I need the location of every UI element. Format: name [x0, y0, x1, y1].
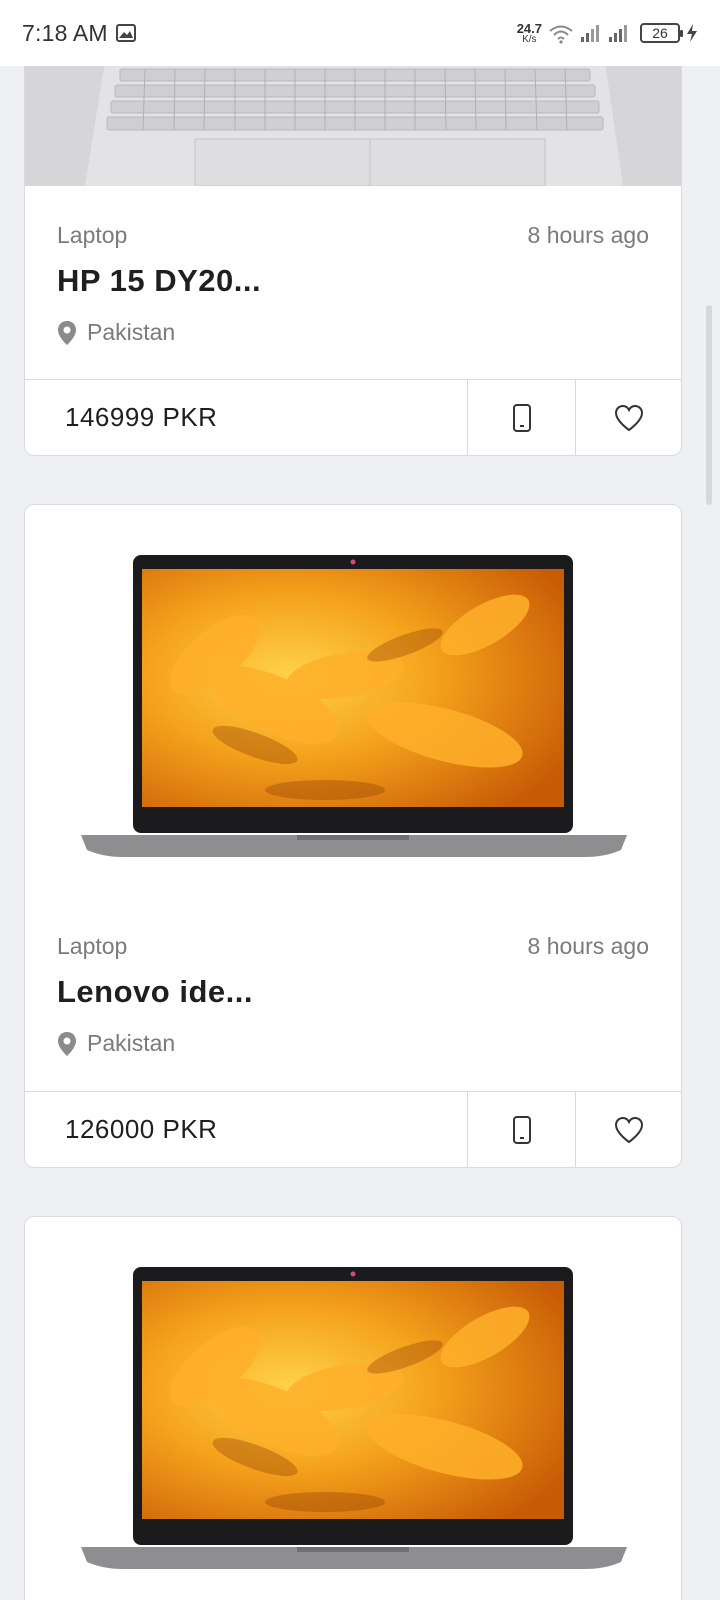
location-pin-icon [58, 1031, 76, 1056]
lenovo-laptop-image [25, 1217, 681, 1600]
listing-details: Laptop 8 hours ago HP 15 DY20... Pakista… [25, 186, 681, 346]
listing-meta-row: Laptop 8 hours ago [57, 222, 649, 249]
status-bar: 7:18 AM 24.7 K/s 26 [0, 0, 720, 66]
call-button[interactable] [467, 380, 575, 455]
listing-card[interactable]: Laptop 8 hours ago HP 15 DY20... Pakista… [24, 40, 682, 456]
listing-title[interactable]: Lenovo ide... [57, 974, 649, 1010]
listing-footer: 126000 PKR [25, 1091, 681, 1167]
status-right: 24.7 K/s 26 [517, 22, 698, 45]
listing-category: Laptop [57, 933, 128, 959]
listing-meta-row: Laptop 8 hours ago [57, 933, 649, 960]
battery-level: 26 [652, 25, 668, 41]
laptop-illustration [81, 1267, 627, 1569]
listing-time: 8 hours ago [527, 933, 649, 959]
listing-time: 8 hours ago [527, 222, 649, 248]
status-time: 7:18 AM [22, 19, 108, 46]
phone-icon [512, 403, 531, 432]
heart-icon [614, 1116, 643, 1143]
listing-price: 146999 PKR [65, 402, 218, 432]
battery-icon: 26 [640, 23, 683, 43]
scrollbar[interactable] [706, 305, 712, 505]
location-pin-icon [58, 320, 76, 345]
wifi-icon [549, 25, 573, 44]
signal-icon [581, 25, 599, 42]
gallery-notification-icon [115, 24, 136, 42]
lenovo-laptop-image [25, 505, 681, 905]
net-speed: 24.7 K/s [517, 22, 542, 45]
location-label: Pakistan [87, 1030, 176, 1056]
listing-details: Laptop 8 hours ago Lenovo ide... Pakista… [25, 905, 681, 1057]
listing-location: Pakistan [57, 1030, 649, 1057]
net-speed-value: 24.7 [516, 20, 542, 36]
charging-icon [687, 24, 697, 42]
listing-category: Laptop [57, 222, 128, 248]
signal-icon-2 [609, 25, 627, 42]
listing-title[interactable]: HP 15 DY20... [57, 263, 649, 299]
favorite-button[interactable] [575, 1092, 681, 1167]
listing-price: 126000 PKR [65, 1114, 218, 1144]
laptop-illustration [81, 555, 627, 857]
location-label: Pakistan [87, 319, 176, 345]
listing-card[interactable]: Laptop 8 hours ago Lenovo ide... Pakista… [24, 504, 682, 1168]
listing-footer: 146999 PKR [25, 379, 681, 455]
listing-location: Pakistan [57, 319, 649, 346]
net-speed-unit: K/s [522, 33, 537, 45]
phone-icon [512, 1115, 531, 1144]
listing-card[interactable] [24, 1216, 682, 1600]
heart-icon [614, 404, 643, 431]
favorite-button[interactable] [575, 380, 681, 455]
call-button[interactable] [467, 1092, 575, 1167]
